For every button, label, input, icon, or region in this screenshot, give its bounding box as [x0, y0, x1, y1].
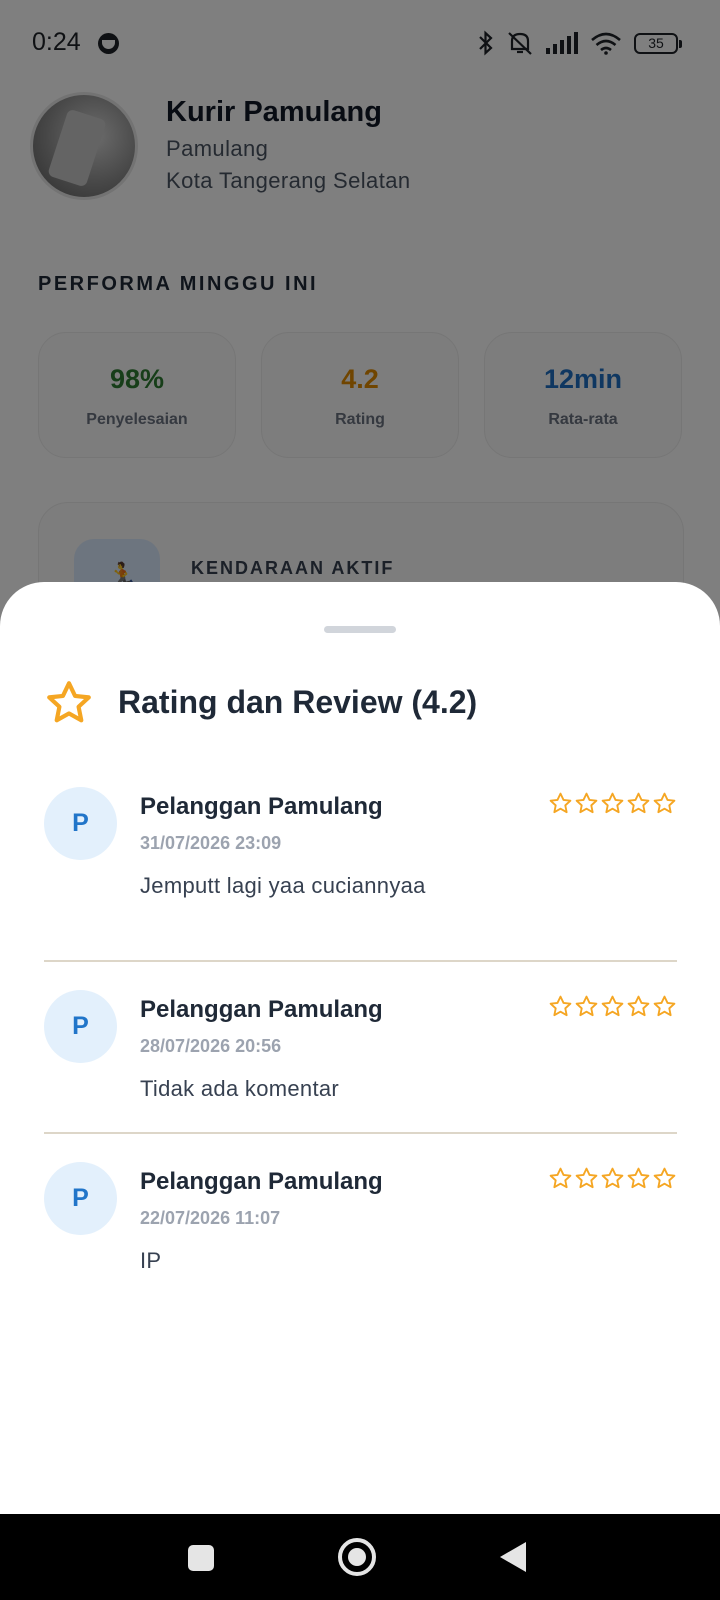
star-icon — [601, 792, 624, 814]
star-outline-icon — [47, 681, 91, 723]
reviewer-avatar: P — [44, 1162, 117, 1235]
star-icon — [653, 995, 676, 1017]
star-icon — [549, 1167, 572, 1189]
review-divider — [44, 960, 677, 962]
review-date: 28/07/2026 20:56 — [140, 1036, 282, 1056]
reviewer-name: Pelanggan Pamulang — [140, 793, 383, 820]
review-divider — [44, 1132, 677, 1134]
system-navigation-bar — [0, 1514, 720, 1600]
reviewer-name: Pelanggan Pamulang — [140, 996, 383, 1023]
review-comment: Tidak ada komentar — [140, 1076, 340, 1101]
review-date: 31/07/2026 23:09 — [140, 833, 282, 853]
star-icon — [575, 792, 598, 814]
star-icon — [575, 995, 598, 1017]
star-icon — [575, 1167, 598, 1189]
review-comment: Jemputt lagi yaa cuciannyaa — [140, 873, 426, 898]
reviewer-avatar: P — [44, 787, 117, 860]
star-icon — [627, 995, 650, 1017]
sheet-drag-handle[interactable] — [324, 626, 396, 633]
rating-review-sheet: Rating dan Review (4.2) P Pelanggan Pamu… — [0, 582, 720, 1514]
star-icon — [549, 995, 572, 1017]
review-stars — [548, 791, 677, 816]
star-icon — [601, 1167, 624, 1189]
star-icon — [653, 792, 676, 814]
star-icon — [627, 792, 650, 814]
star-icon — [601, 995, 624, 1017]
star-icon — [549, 792, 572, 814]
review-stars — [548, 1166, 677, 1191]
recents-icon[interactable] — [188, 1545, 214, 1571]
review-date: 22/07/2026 11:07 — [140, 1208, 281, 1228]
reviewer-avatar: P — [44, 990, 117, 1063]
reviewer-name: Pelanggan Pamulang — [140, 1168, 383, 1195]
review-comment: IP — [140, 1248, 162, 1273]
sheet-title: Rating dan Review (4.2) — [118, 684, 478, 720]
review-stars — [548, 994, 677, 1019]
star-icon — [627, 1167, 650, 1189]
home-icon[interactable] — [338, 1538, 376, 1576]
star-icon — [653, 1167, 676, 1189]
back-icon[interactable] — [500, 1542, 526, 1572]
